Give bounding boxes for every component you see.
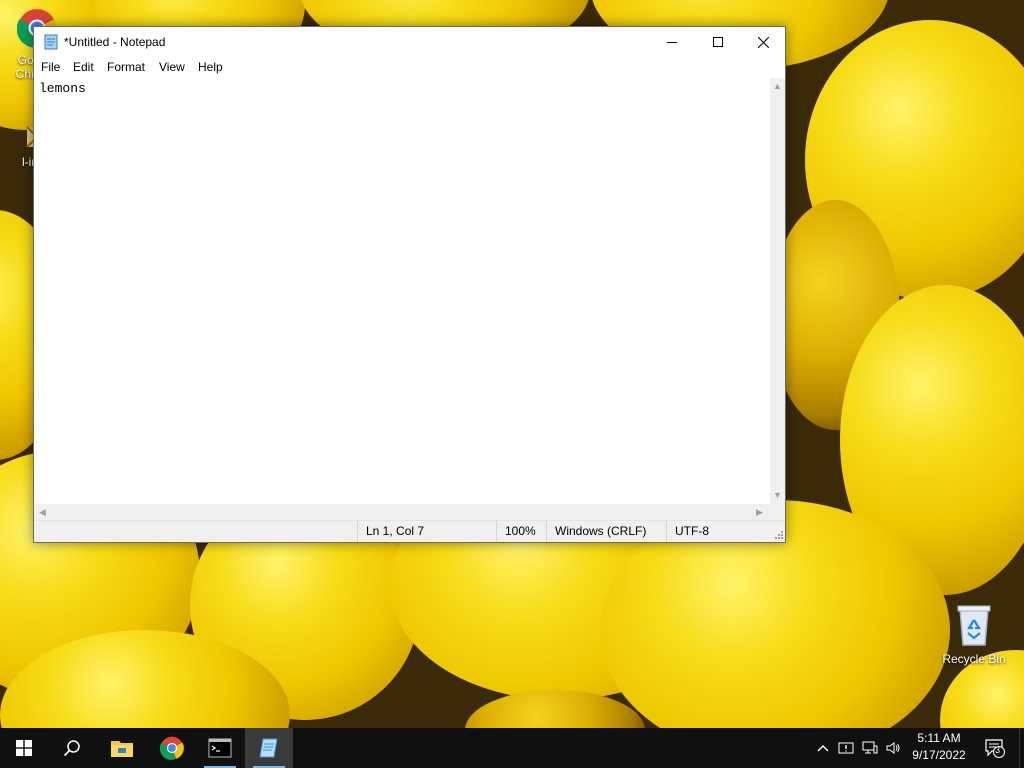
status-position: Ln 1, Col 7 — [357, 521, 496, 542]
status-zoom: 100% — [496, 521, 546, 542]
clock[interactable]: 5:11 AM 9/17/2022 — [906, 730, 972, 764]
maximize-icon — [713, 37, 723, 47]
resize-grip-icon[interactable] — [773, 529, 783, 539]
desktop-icon-recycle-bin[interactable]: Recycle Bin — [938, 603, 1010, 666]
scroll-down-icon[interactable]: ▼ — [773, 491, 782, 500]
menu-file[interactable]: File — [41, 60, 60, 74]
menu-bar: File Edit Format View Help — [34, 57, 785, 77]
close-button[interactable] — [740, 27, 786, 57]
taskbar-file-explorer[interactable] — [98, 728, 146, 768]
minimize-icon — [667, 42, 677, 43]
scroll-right-icon[interactable]: ▶ — [756, 508, 763, 517]
editor-content[interactable]: lemons — [39, 81, 86, 96]
status-bar: Ln 1, Col 7 100% Windows (CRLF) UTF-8 — [34, 520, 785, 542]
menu-view[interactable]: View — [159, 60, 185, 74]
scroll-corner — [770, 504, 785, 520]
maximize-button[interactable] — [695, 27, 741, 57]
network-icon[interactable] — [862, 740, 878, 756]
notepad-icon — [259, 738, 278, 758]
file-explorer-icon — [111, 741, 133, 757]
scroll-left-icon[interactable]: ◀ — [39, 508, 46, 517]
taskbar: 5:11 AM 9/17/2022 3 — [0, 728, 1024, 768]
close-icon — [757, 36, 769, 48]
recycle-bin-icon — [957, 605, 991, 646]
notification-center-button[interactable]: 3 — [983, 738, 1007, 758]
start-button[interactable] — [0, 728, 48, 768]
search-button[interactable] — [48, 728, 96, 768]
tray-overflow-icon[interactable] — [815, 740, 831, 756]
window-title: *Untitled - Notepad — [64, 35, 166, 49]
security-alert-icon[interactable] — [838, 740, 854, 756]
minimize-button[interactable] — [649, 27, 695, 57]
notification-count: 3 — [995, 745, 1001, 755]
menu-help[interactable]: Help — [198, 60, 223, 74]
vertical-scrollbar[interactable]: ▲ ▼ — [770, 78, 785, 504]
volume-icon[interactable] — [885, 740, 901, 756]
horizontal-scrollbar[interactable]: ◀ ▶ — [34, 504, 770, 520]
taskbar-notepad[interactable] — [245, 728, 293, 768]
desktop-icon-label: Recycle Bin — [942, 652, 1006, 666]
scroll-up-icon[interactable]: ▲ — [773, 82, 782, 91]
taskbar-chrome[interactable] — [148, 728, 196, 768]
status-encoding: UTF-8 — [666, 521, 766, 542]
notepad-icon — [44, 34, 58, 50]
start-icon — [16, 740, 32, 756]
menu-format[interactable]: Format — [107, 60, 145, 74]
terminal-icon — [208, 738, 232, 758]
show-desktop-button[interactable] — [1019, 728, 1024, 768]
title-bar[interactable]: *Untitled - Notepad — [34, 27, 785, 57]
notepad-window: *Untitled - Notepad File Edit Format Vie… — [33, 26, 786, 543]
menu-edit[interactable]: Edit — [73, 60, 94, 74]
search-icon — [63, 740, 80, 757]
text-editor[interactable]: lemons — [34, 78, 770, 504]
chrome-icon — [160, 736, 184, 760]
taskbar-terminal[interactable] — [196, 728, 244, 768]
status-line-endings: Windows (CRLF) — [546, 521, 666, 542]
clock-date: 9/17/2022 — [912, 748, 966, 762]
clock-time: 5:11 AM — [917, 731, 961, 745]
